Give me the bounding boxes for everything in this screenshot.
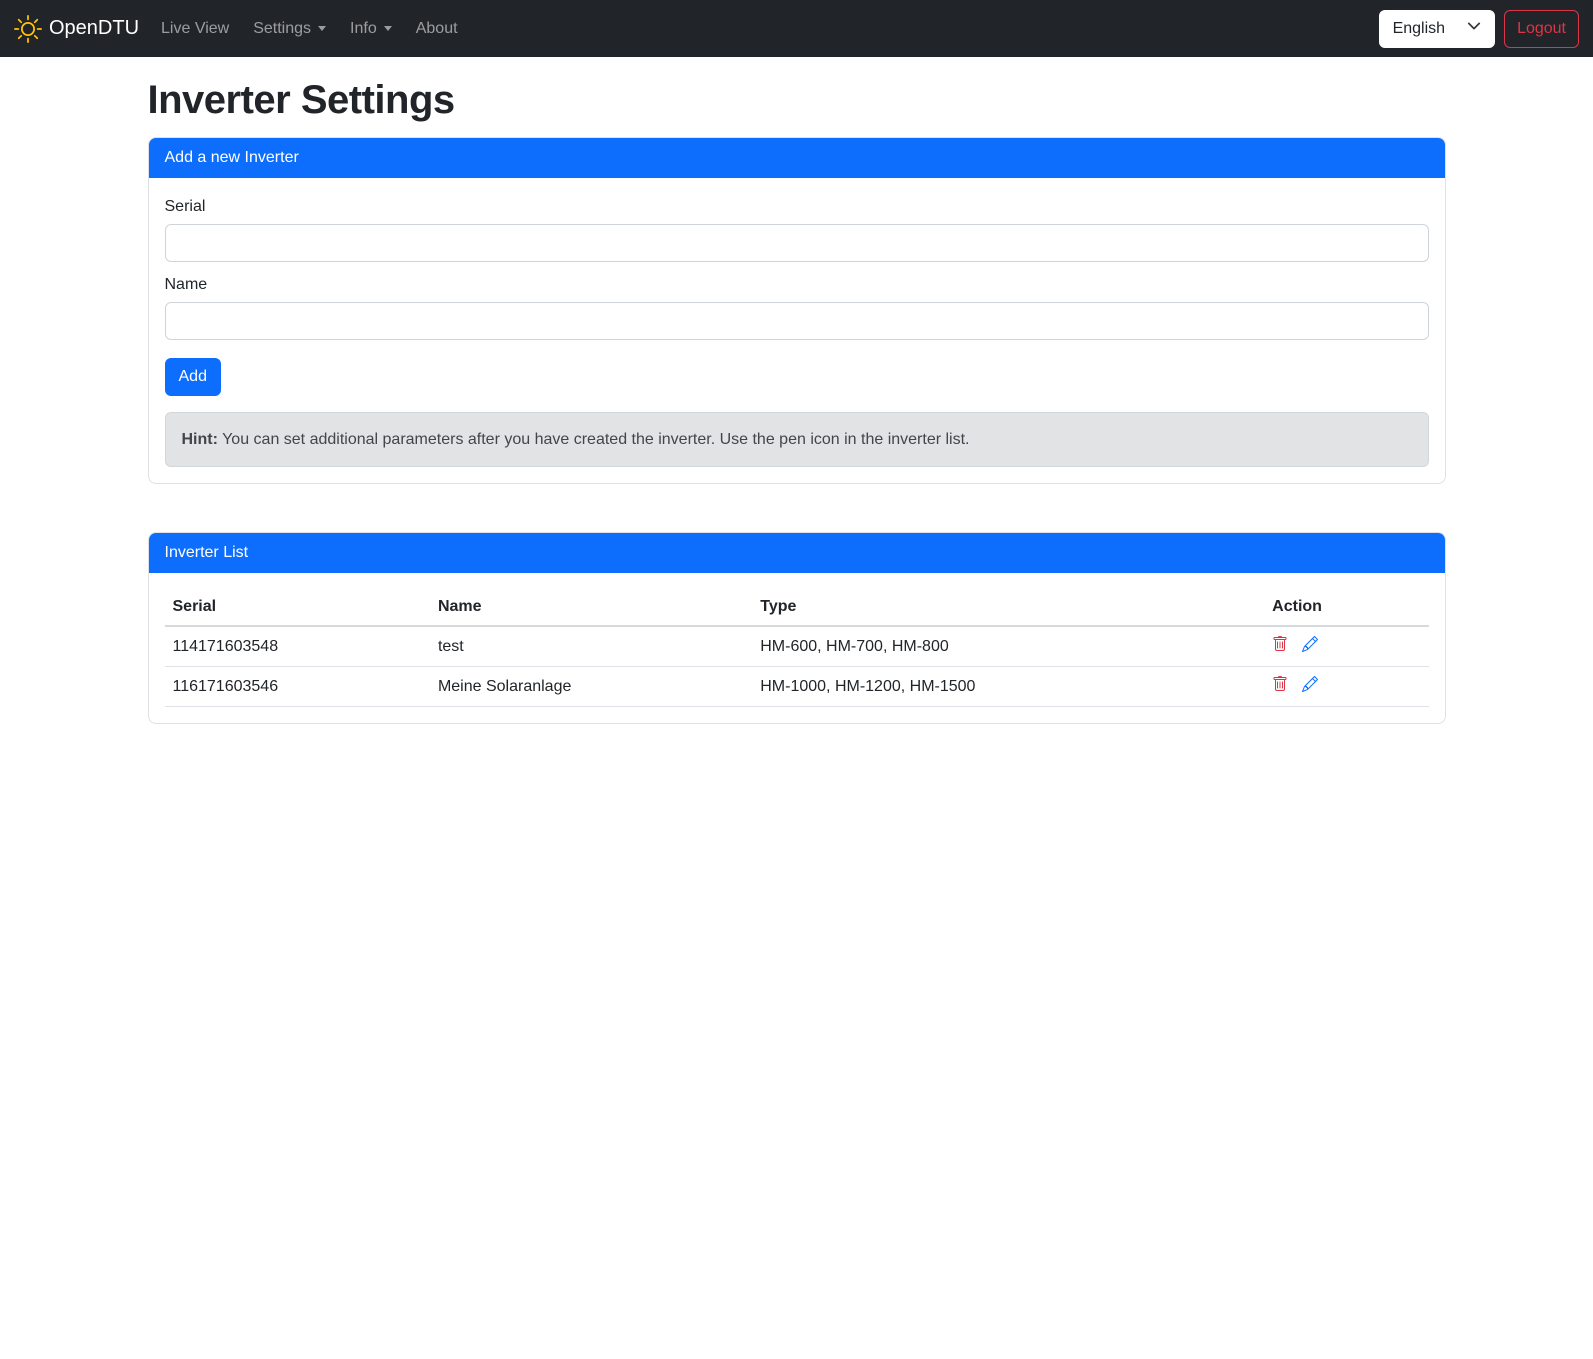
table-row: 114171603548 test HM-600, HM-700, HM-800 (165, 626, 1429, 667)
hint-text: You can set additional parameters after … (218, 431, 970, 448)
pencil-icon (1302, 679, 1318, 696)
inverter-table: Serial Name Type Action 114171603548 tes… (165, 589, 1429, 707)
page-title: Inverter Settings (148, 78, 1446, 123)
logout-button[interactable]: Logout (1504, 10, 1579, 48)
chevron-down-icon (1467, 19, 1481, 38)
nav-links: Live View Settings Info About (153, 12, 474, 46)
navbar-right: English Logout (1379, 10, 1579, 48)
inverter-list-card-header: Inverter List (149, 533, 1445, 573)
add-inverter-card: Add a new Inverter Serial Name Add Hint:… (148, 137, 1446, 484)
delete-inverter-button[interactable] (1272, 676, 1288, 697)
inverter-list-card-body: Serial Name Type Action 114171603548 tes… (149, 573, 1445, 723)
cell-serial: 116171603546 (165, 667, 430, 707)
nav-item-live-view[interactable]: Live View (153, 12, 237, 46)
caret-down-icon (318, 26, 326, 31)
trash-icon (1272, 679, 1288, 696)
add-inverter-card-body: Serial Name Add Hint: You can set additi… (149, 178, 1445, 483)
cell-type: HM-600, HM-700, HM-800 (752, 626, 1264, 667)
language-select-value: English (1393, 20, 1445, 38)
delete-inverter-button[interactable] (1272, 636, 1288, 657)
cell-name: test (430, 626, 752, 667)
serial-input[interactable] (165, 224, 1429, 262)
edit-inverter-button[interactable] (1302, 636, 1318, 657)
serial-field-group: Serial (165, 198, 1429, 262)
table-header-row: Serial Name Type Action (165, 589, 1429, 626)
cell-type: HM-1000, HM-1200, HM-1500 (752, 667, 1264, 707)
edit-inverter-button[interactable] (1302, 676, 1318, 697)
add-button[interactable]: Add (165, 358, 221, 396)
main-content: Inverter Settings Add a new Inverter Ser… (136, 57, 1458, 724)
column-header-name: Name (430, 589, 752, 626)
cell-actions (1264, 667, 1428, 707)
name-input[interactable] (165, 302, 1429, 340)
language-select[interactable]: English (1379, 10, 1495, 48)
table-row: 116171603546 Meine Solaranlage HM-1000, … (165, 667, 1429, 707)
nav-item-settings[interactable]: Settings (245, 12, 334, 46)
caret-down-icon (384, 26, 392, 31)
column-header-serial: Serial (165, 589, 430, 626)
nav-item-about[interactable]: About (408, 12, 466, 46)
navbar: OpenDTU Live View Settings Info About En… (0, 0, 1593, 57)
sun-icon (14, 15, 42, 43)
nav-item-info-label: Info (350, 20, 377, 37)
add-inverter-card-header: Add a new Inverter (149, 138, 1445, 178)
hint-alert: Hint: You can set additional parameters … (165, 412, 1429, 467)
nav-item-settings-label: Settings (253, 20, 311, 37)
cell-actions (1264, 626, 1428, 667)
brand[interactable]: OpenDTU (14, 15, 139, 43)
hint-label: Hint: (182, 431, 218, 448)
column-header-type: Type (752, 589, 1264, 626)
column-header-action: Action (1264, 589, 1428, 626)
name-label: Name (165, 276, 1429, 294)
trash-icon (1272, 639, 1288, 656)
name-field-group: Name (165, 276, 1429, 340)
brand-label: OpenDTU (49, 17, 139, 40)
cell-serial: 114171603548 (165, 626, 430, 667)
inverter-list-card: Inverter List Serial Name Type Action 11… (148, 532, 1446, 724)
pencil-icon (1302, 639, 1318, 656)
nav-item-info[interactable]: Info (342, 12, 400, 46)
cell-name: Meine Solaranlage (430, 667, 752, 707)
serial-label: Serial (165, 198, 1429, 216)
